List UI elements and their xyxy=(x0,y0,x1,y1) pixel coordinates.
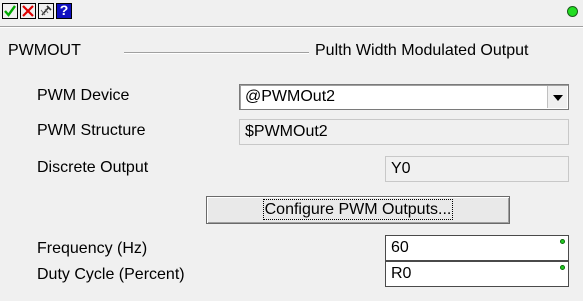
duty-cycle-input[interactable]: R0 xyxy=(385,261,569,287)
discrete-output-field: Y0 xyxy=(385,156,569,182)
discrete-output-label: Discrete Output xyxy=(37,159,149,176)
valid-indicator-icon xyxy=(560,265,565,270)
configure-pwm-outputs-button[interactable]: Configure PWM Outputs... xyxy=(206,196,510,224)
valid-indicator-icon xyxy=(560,239,565,244)
instruction-name: PWMOUT xyxy=(8,42,81,59)
pwm-structure-field: $PWMOut2 xyxy=(239,119,569,145)
checkmark-icon xyxy=(4,5,16,17)
configure-button-label: Configure PWM Outputs... xyxy=(262,199,454,220)
discrete-output-value: Y0 xyxy=(391,160,411,177)
edit-button[interactable] xyxy=(38,3,54,19)
pwm-structure-label: PWM Structure xyxy=(37,122,146,139)
frequency-input[interactable]: 60 xyxy=(385,235,569,261)
x-icon xyxy=(22,5,34,17)
duty-cycle-value: R0 xyxy=(391,265,412,282)
frequency-label: Frequency (Hz) xyxy=(37,240,148,257)
accept-button[interactable] xyxy=(2,3,18,19)
frequency-value: 60 xyxy=(391,239,409,256)
pwm-structure-value: $PWMOut2 xyxy=(245,123,328,140)
help-button[interactable]: ? xyxy=(56,2,72,19)
help-icon: ? xyxy=(59,2,69,18)
status-indicator-icon xyxy=(567,6,578,17)
cancel-button[interactable] xyxy=(20,3,36,19)
pwm-device-value: @PWMOut2 xyxy=(245,88,336,105)
pwm-device-dropdown[interactable]: @PWMOut2 xyxy=(239,84,569,110)
toolbar-divider xyxy=(0,26,583,28)
instruction-description: Pulth Width Modulated Output xyxy=(315,42,529,59)
duty-cycle-label: Duty Cycle (Percent) xyxy=(37,266,185,283)
edit-icon xyxy=(40,5,52,16)
header-rule xyxy=(124,52,309,54)
chevron-down-icon[interactable] xyxy=(547,86,567,108)
toolbar: ? xyxy=(0,0,583,26)
pwm-device-label: PWM Device xyxy=(37,87,130,104)
